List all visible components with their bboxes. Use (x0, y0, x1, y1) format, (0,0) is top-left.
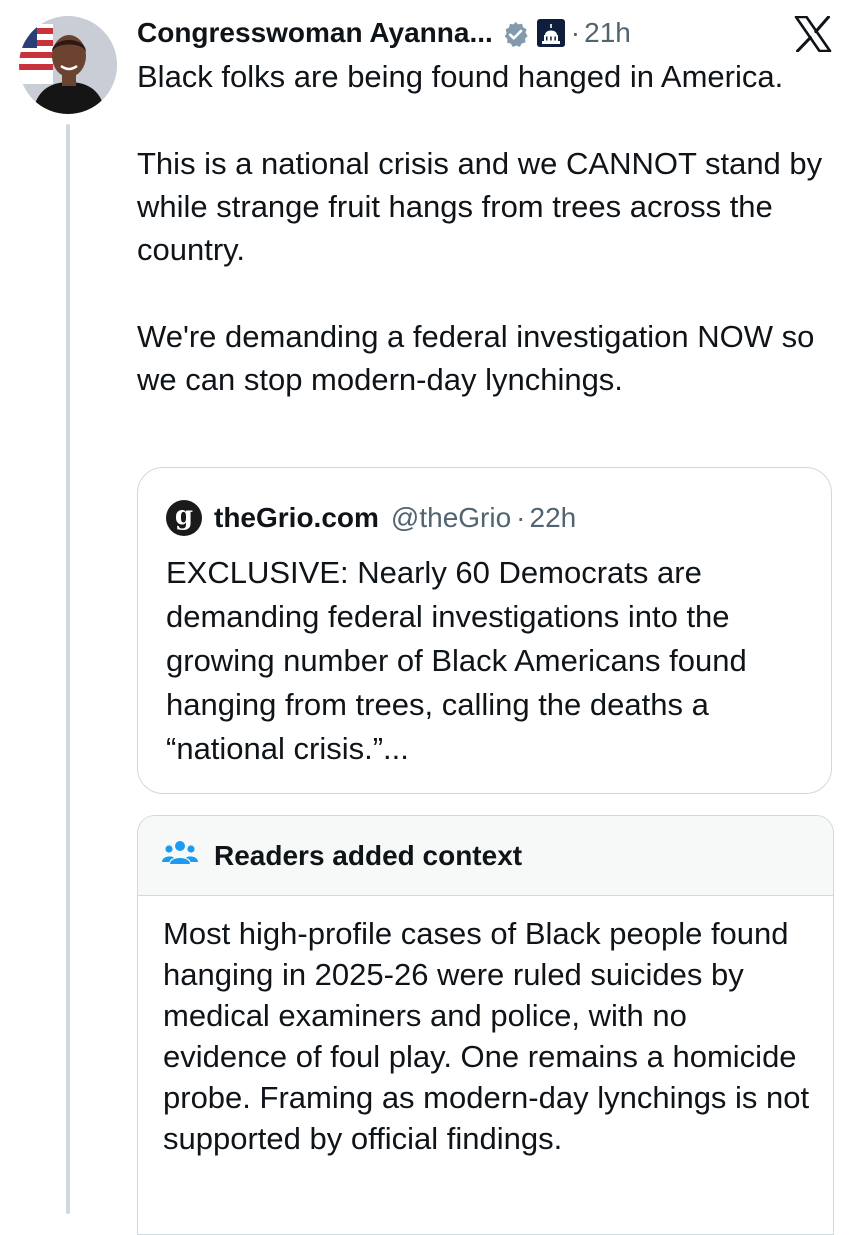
community-note-body: Most high-profile cases of Black people … (163, 916, 810, 1156)
author-name[interactable]: Congresswoman Ayanna... (137, 12, 493, 54)
thegrio-logo-icon: g (166, 500, 202, 536)
x-logo-icon[interactable] (794, 15, 832, 53)
quoted-tweet-text: EXCLUSIVE: Nearly 60 Democrats are deman… (166, 555, 747, 766)
avatar-photo (19, 16, 117, 114)
tweet-paragraph: Black folks are being found hanged in Am… (137, 59, 784, 94)
quoted-tweet-header: g theGrio.com @theGrio · 22h (166, 498, 576, 538)
tweet-header: Congresswoman Ayanna... · 21h (137, 12, 631, 54)
quoted-tweet-card[interactable]: g theGrio.com @theGrio · 22h EXCLUSIVE: … (137, 467, 832, 794)
tweet-paragraph: This is a national crisis and we CANNOT … (137, 146, 823, 267)
community-note-header[interactable]: Readers added context (138, 816, 833, 896)
community-note-title: Readers added context (214, 839, 523, 871)
quoted-author-handle: @theGrio (390, 502, 512, 533)
quoted-author-name[interactable]: theGrio.com (214, 502, 379, 534)
community-note-card: Readers added context Most high-profile … (137, 815, 834, 1235)
author-avatar[interactable] (19, 16, 117, 114)
people-group-icon (162, 838, 214, 873)
quoted-separator: · (516, 502, 526, 533)
tweet-timestamp[interactable]: 21h (584, 12, 631, 54)
quoted-timestamp[interactable]: 22h (530, 502, 577, 534)
capitol-building-icon[interactable] (536, 19, 565, 47)
thread-connector-line (66, 124, 70, 1214)
verified-badge-icon (501, 19, 530, 48)
tweet-separator: · (570, 17, 581, 48)
tweet-text: Black folks are being found hanged in Am… (137, 55, 837, 401)
tweet-paragraph: We're demanding a federal investigation … (137, 319, 815, 397)
